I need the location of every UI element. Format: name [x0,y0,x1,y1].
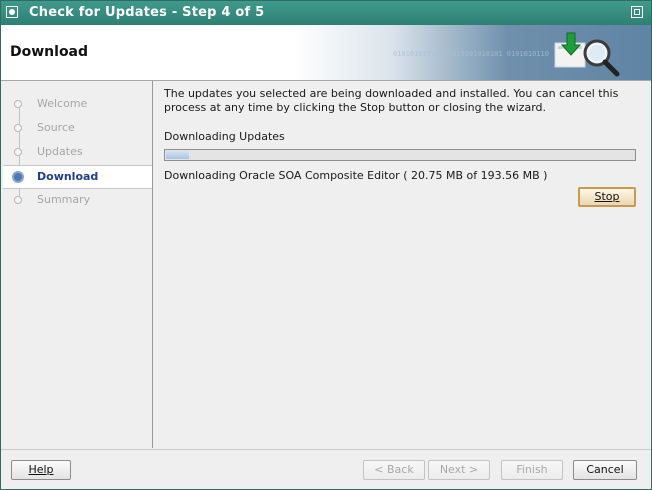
stop-button[interactable]: Stop [578,187,636,207]
intro-line: The updates you selected are being downl… [164,87,619,100]
page-title: Download [10,44,89,60]
main-panel: The updates you selected are being downl… [153,81,649,448]
maximize-icon[interactable] [631,6,643,18]
intro-line: process at any time by clicking the Stop… [164,101,547,114]
progress-fill [166,151,189,159]
step-label: Download [37,170,99,183]
next-label: Next > [439,463,479,476]
step-node-icon [14,196,22,204]
cancel-button[interactable]: Cancel [573,460,637,480]
cancel-label: Cancel [586,463,624,476]
button-bar: Help < Back Next > Finish Cancel [1,449,651,489]
help-label: Help [28,463,54,476]
download-progress-bar [164,149,636,161]
downloading-label: Downloading Updates [164,130,285,143]
step-updates[interactable]: Updates [3,141,152,163]
back-button[interactable]: < Back [363,460,425,480]
step-label: Summary [37,193,91,206]
step-node-icon [14,100,22,108]
download-search-icon [554,32,620,77]
step-label: Welcome [37,97,88,110]
intro-text: The updates you selected are being downl… [164,87,634,115]
step-node-icon [14,148,22,156]
step-label: Updates [37,145,83,158]
window-title: Check for Updates - Step 4 of 5 [29,5,265,20]
step-welcome[interactable]: Welcome [3,93,152,115]
step-download[interactable]: Download [3,165,152,189]
step-label: Source [37,121,75,134]
binary-decoration: 01010101010101010101010101 0101010110 [393,50,549,58]
help-button[interactable]: Help [11,460,71,480]
window-menu-icon[interactable] [6,6,18,18]
wizard-window: Check for Updates - Step 4 of 5 Download… [0,0,652,490]
step-source[interactable]: Source [3,117,152,139]
stop-label: Stop [594,190,620,203]
finish-label: Finish [516,463,548,476]
download-status: Downloading Oracle SOA Composite Editor … [164,169,548,182]
next-button[interactable]: Next > [428,460,490,480]
header-banner: Download 01010101010101010101010101 0101… [1,25,651,81]
back-label: < Back [374,463,414,476]
step-node-icon [14,124,22,132]
title-bar[interactable]: Check for Updates - Step 4 of 5 [1,1,651,25]
current-step-icon [12,171,24,183]
wizard-steps-nav: Welcome Source Updates Download Summary [3,81,153,448]
step-summary[interactable]: Summary [3,189,152,211]
finish-button[interactable]: Finish [501,460,563,480]
